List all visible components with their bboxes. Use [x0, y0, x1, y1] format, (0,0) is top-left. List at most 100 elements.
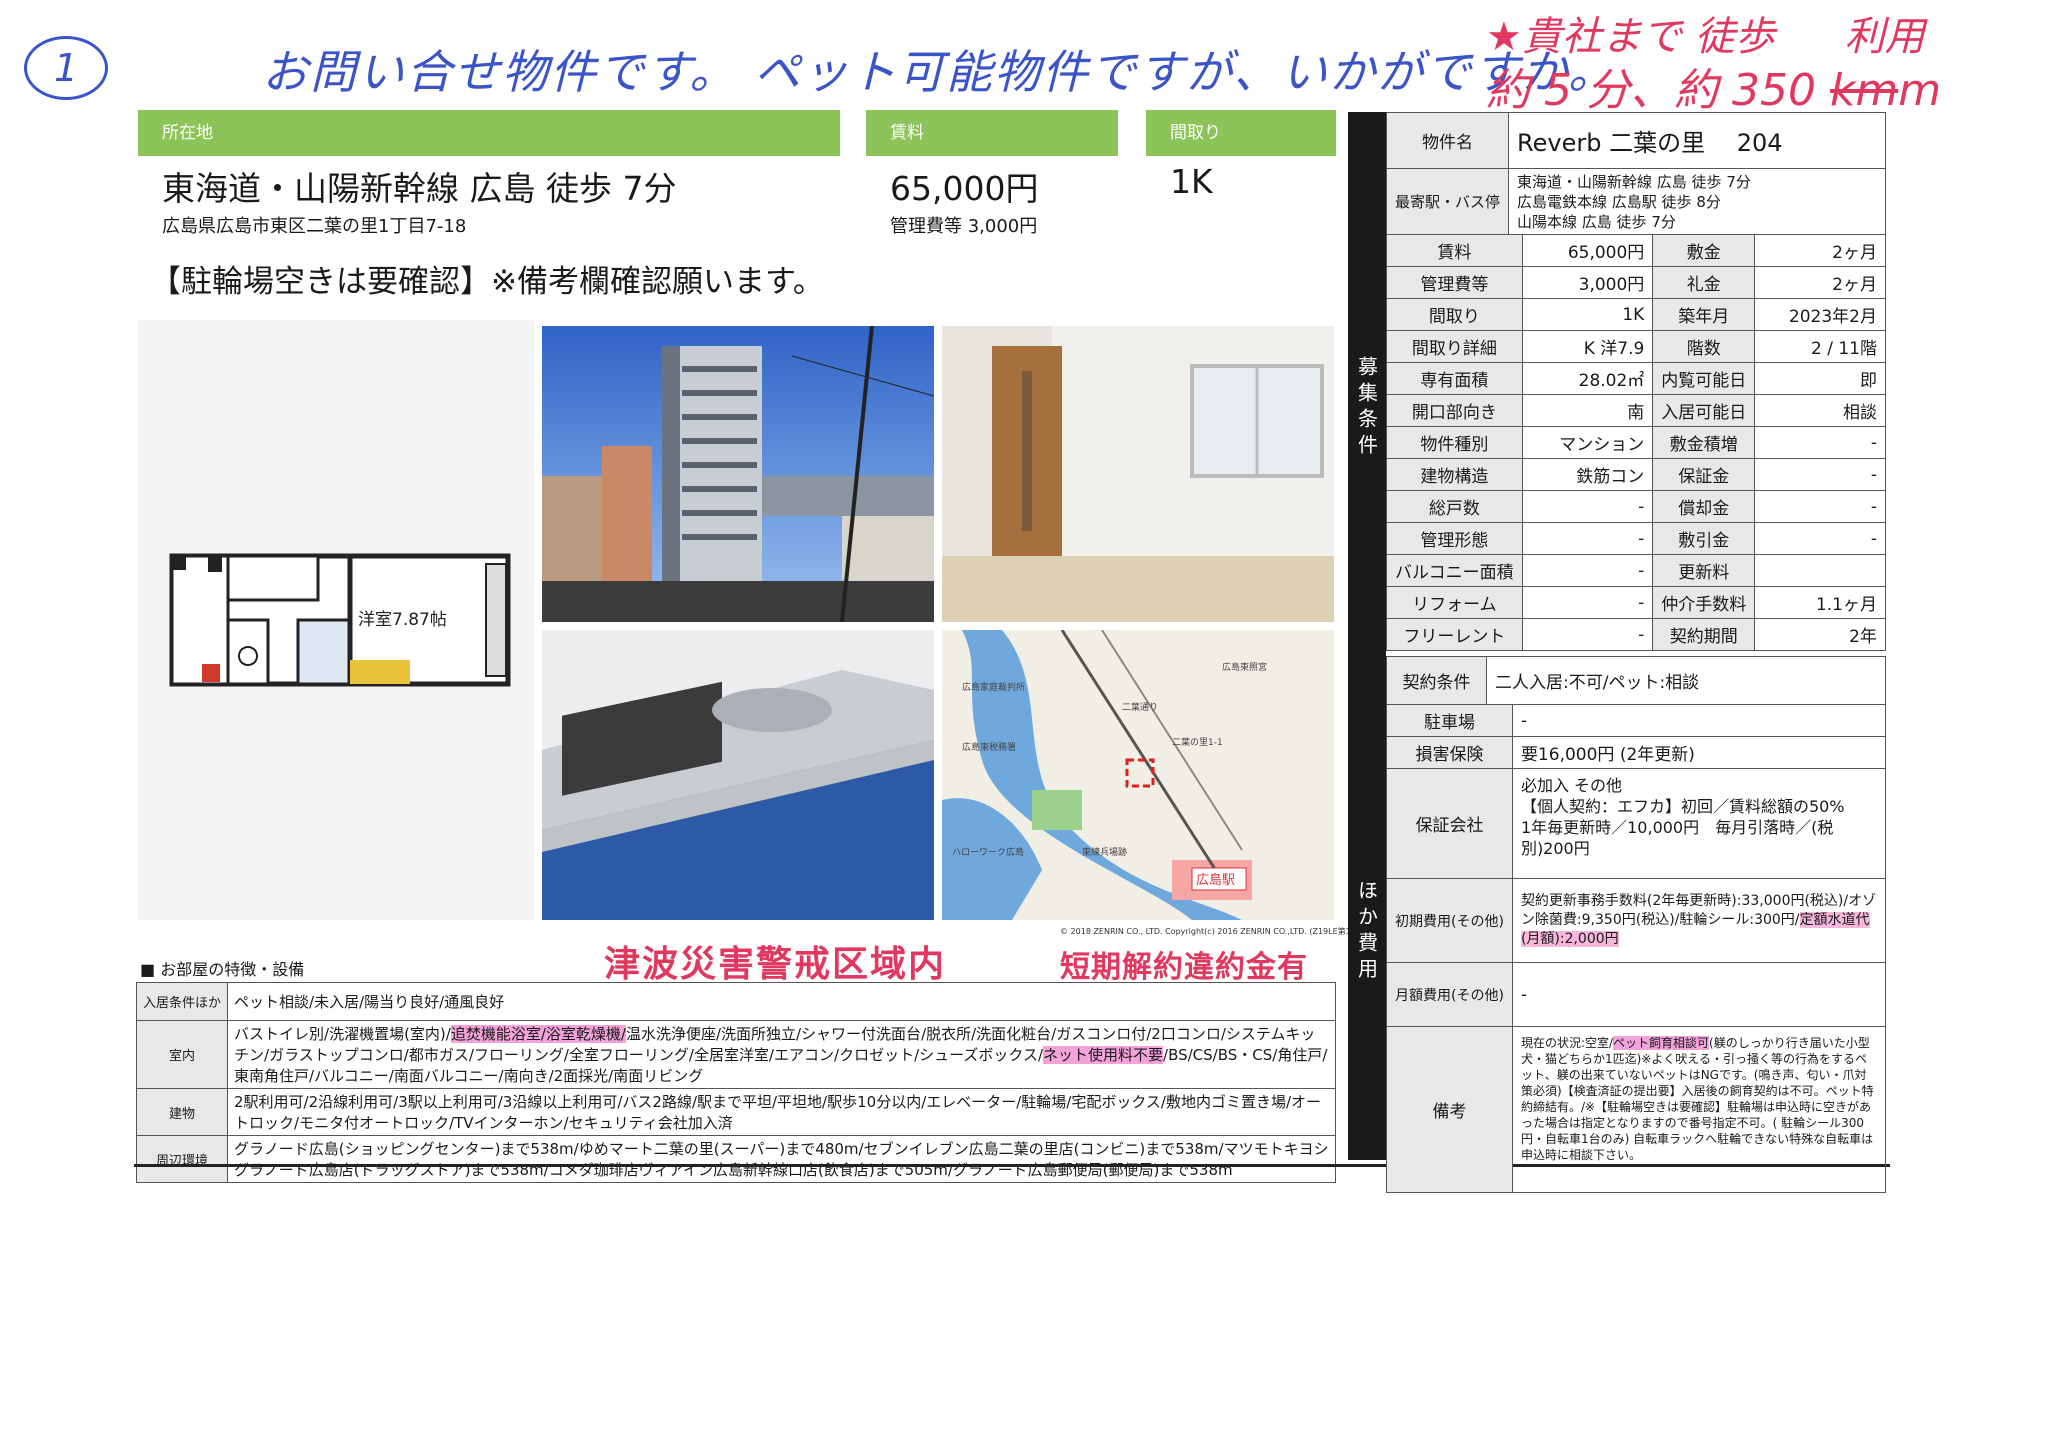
features-highlight-internet: ネット使用料不要	[1043, 1046, 1164, 1064]
map-label-court: 広島家庭裁判所	[962, 681, 1025, 693]
spec-row: 建物構造 鉄筋コン 保証金 -	[1386, 458, 1886, 491]
room-interior-image	[942, 326, 1334, 622]
map-label-parade-ground: 東練兵場跡	[1082, 846, 1127, 858]
spec-label: 初期費用(その他)	[1386, 878, 1513, 963]
features-row-label: 建物	[135, 1088, 229, 1136]
spec-value: 2 / 11階	[1754, 330, 1886, 363]
spec-label: 損害保険	[1386, 736, 1513, 769]
features-row-label: 周辺環境	[135, 1135, 229, 1183]
station-line: 山陽本線 広島 徒歩 7分	[1517, 212, 1676, 231]
row-remarks: 備考 現在の状況:空室/ペット飼育相談可(躾のしっかり行き届いた小型犬・猫どちら…	[1386, 1026, 1887, 1193]
spec-value: -	[1754, 490, 1886, 523]
spec-row: 物件種別 マンション 敷金積増 -	[1386, 426, 1886, 459]
spec-value: -	[1521, 554, 1654, 587]
handwritten-note-blue: お問い合せ物件です。 ペット可能物件ですが、いかがですか。	[262, 45, 1617, 99]
kitchen-image	[542, 630, 934, 920]
station-line: 東海道・山陽新幹線 広島 徒歩 7分	[1517, 172, 1751, 191]
spec-value: 2ヶ月	[1754, 234, 1886, 267]
remarks-value: 現在の状況:空室/ペット飼育相談可(躾のしっかり行き届いた小型犬・猫どちらか1匹…	[1511, 1026, 1887, 1193]
map-image: 広島駅 広島家庭裁判所 広島東税務署 ハローワーク広島 二葉の里1-1 東練兵場…	[942, 630, 1334, 920]
spec-value	[1754, 554, 1886, 587]
other-costs-text: ほか費用	[1354, 880, 1379, 984]
spec-value: 1.1ヶ月	[1754, 586, 1886, 619]
features-table: 入居条件ほか ペット相談/未入居/陽当り良好/通風良好 室内 バストイレ別/洗濯…	[135, 982, 1336, 1183]
spec-label: 敷引金	[1652, 522, 1756, 555]
spec-value: 1K	[1521, 298, 1654, 331]
spec-value: 28.02㎡	[1521, 362, 1654, 395]
spec-table: 物件名 Reverb 二葉の里 204 最寄駅・バス停 東海道・山陽新幹線 広島…	[1385, 112, 1886, 235]
spec-row: 賃料 65,000円 敷金 2ヶ月	[1386, 234, 1886, 267]
features-row-label: 室内	[135, 1020, 229, 1089]
spec-label: 備考	[1386, 1026, 1513, 1193]
spec-label: 仲介手数料	[1652, 586, 1756, 619]
guarantor-line: 必加入 その他	[1520, 776, 1623, 795]
rent-amount: 65,000円	[890, 169, 1039, 208]
area-map[interactable]: 広島駅 広島家庭裁判所 広島東税務署 ハローワーク広島 二葉の里1-1 東練兵場…	[942, 630, 1334, 920]
monthly-cost-value: -	[1511, 962, 1887, 1027]
spec-label: 開口部向き	[1386, 394, 1523, 427]
contract-conditions: 二人入居:不可/ペット:相談	[1486, 656, 1886, 705]
spec-label: 建物構造	[1386, 458, 1523, 491]
map-label-tax-office: 広島東税務署	[962, 741, 1016, 753]
spec-label: 内覧可能日	[1652, 362, 1756, 395]
spec-row: フリーレント - 契約期間 2年	[1386, 618, 1886, 651]
circled-number-annotation: 1	[24, 36, 108, 100]
spec-label: フリーレント	[1386, 618, 1523, 651]
spec-row: バルコニー面積 - 更新料	[1386, 554, 1886, 587]
other-costs-label: ほか費用	[1348, 704, 1386, 1160]
row-monthly-cost: 月額費用(その他) -	[1386, 962, 1887, 1027]
map-copyright: © 2018 ZENRIN CO., LTD. Copyright(c) 201…	[1060, 927, 1378, 936]
map-label-street: 二葉通り	[1122, 701, 1158, 713]
spec-label: 敷金	[1652, 234, 1756, 267]
spec-value: 2年	[1754, 618, 1886, 651]
spec-label: 間取り詳細	[1386, 330, 1523, 363]
row-guarantor: 保証会社 必加入 その他 【個人契約：エフカ】初回／賃料総額の50% 1年毎更新…	[1386, 768, 1887, 879]
spec-row: 総戸数 - 償却金 -	[1386, 490, 1886, 523]
spec-row-name: 物件名 Reverb 二葉の里 204	[1385, 112, 1886, 169]
management-fee: 管理費等 3,000円	[890, 216, 1038, 237]
station-line: 広島電鉄本線 広島駅 徒歩 8分	[1517, 192, 1721, 211]
spec-label: 契約条件	[1386, 656, 1487, 705]
spec-row: 管理費等 3,000円 礼金 2ヶ月	[1386, 266, 1886, 299]
handwritten-note-red-line2: 約 5 分、約 350 kmm	[1486, 54, 1941, 118]
spec-row: 専有面積 28.02㎡ 内覧可能日即	[1386, 362, 1886, 395]
features-title: ■ お部屋の特徴・設備	[140, 960, 305, 979]
spec-label: 償却金	[1652, 490, 1756, 523]
spec-label: 物件名	[1385, 112, 1510, 169]
features-row: 室内 バストイレ別/洗濯機置場(室内)/追焚機能浴室/浴室乾燥機/温水洗浄便座/…	[135, 1020, 1336, 1089]
other-costs-table: 駐車場 - 損害保険 要16,000円 (2年更新) 保証会社 必加入 その他 …	[1386, 704, 1887, 1193]
features-highlight-bath: 追焚機能浴室/浴室乾燥機/	[450, 1025, 626, 1043]
contract-table: 契約条件 二人入居:不可/ペット:相談	[1386, 656, 1886, 705]
spec-label: 保証会社	[1386, 768, 1513, 879]
spec-label: 最寄駅・バス停	[1385, 168, 1510, 235]
spec-label: 賃料	[1386, 234, 1523, 267]
spec-label: 礼金	[1652, 266, 1756, 299]
remarks-text: 現在の状況:空室/	[1520, 1036, 1614, 1050]
spec-row-station: 最寄駅・バス停 東海道・山陽新幹線 広島 徒歩 7分 広島電鉄本線 広島駅 徒歩…	[1385, 168, 1886, 235]
spec-value: K 洋7.9	[1521, 330, 1654, 363]
recruit-conditions-text: 募集条件	[1354, 356, 1379, 460]
spec-label: 管理形態	[1386, 522, 1523, 555]
map-label-shrine: 広島東照宮	[1222, 661, 1267, 673]
red-note-unit: m	[1898, 65, 1942, 116]
spec-value: 2ヶ月	[1754, 266, 1886, 299]
floorplan-drawing: 洋室7.87帖	[169, 553, 511, 687]
spec-label: 敷金積増	[1652, 426, 1756, 459]
recruit-conditions-label: 募集条件	[1348, 112, 1386, 704]
features-row-label: 入居条件ほか	[135, 982, 229, 1021]
spec-row-contract: 契約条件 二人入居:不可/ペット:相談	[1386, 656, 1886, 705]
features-text-part: バストイレ別/洗濯機置場(室内)/	[234, 1025, 451, 1043]
circled-number-text: 1	[53, 46, 79, 90]
layout-header: 間取り	[1146, 110, 1336, 156]
spec-label: 専有面積	[1386, 362, 1523, 395]
map-label-hellowork: ハローワーク広島	[952, 846, 1024, 858]
spec-row: 間取り 1K 築年月 2023年2月	[1386, 298, 1886, 331]
bicycle-notice: 【駐輪場空きは要確認】※備考欄確認願います。	[150, 264, 824, 300]
spec-row: リフォーム - 仲介手数料 1.1ヶ月	[1386, 586, 1886, 619]
insurance-value: 要16,000円 (2年更新)	[1511, 736, 1887, 769]
layout-value: 1K	[1170, 162, 1213, 201]
spec-label: 駐車場	[1386, 704, 1513, 737]
spec-value: -	[1754, 522, 1886, 555]
location-header: 所在地	[138, 110, 840, 156]
spec-value: -	[1754, 426, 1886, 459]
